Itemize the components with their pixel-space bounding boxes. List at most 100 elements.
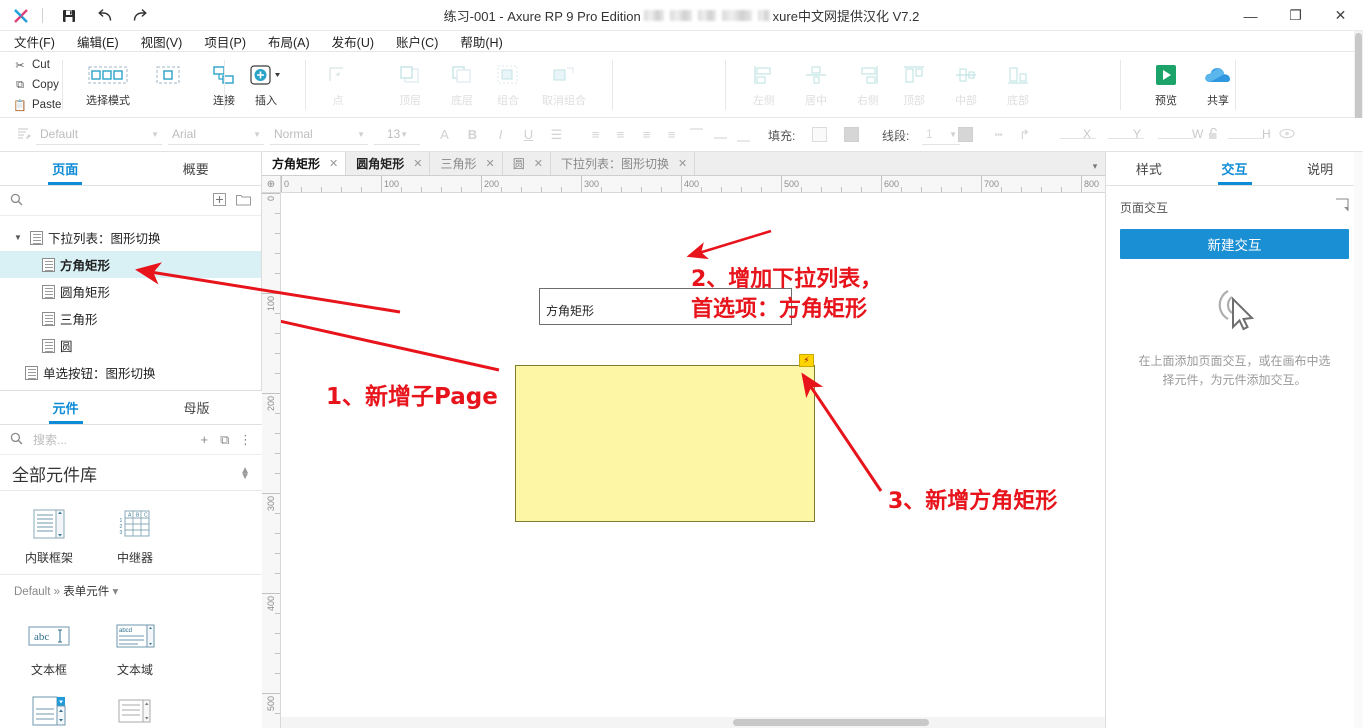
- textarea-icon: abcd: [113, 617, 157, 655]
- ruler-v-label: 200: [266, 396, 276, 412]
- bold-button: B: [467, 127, 478, 142]
- redo-button[interactable]: [128, 6, 150, 26]
- widget-textfield[interactable]: abc 文本框: [6, 611, 92, 686]
- align-h-group: 左侧 居中 右侧: [738, 58, 894, 108]
- maximize-icon: ❐: [1289, 7, 1302, 23]
- tree-item-round-rect[interactable]: 圆角矩形: [0, 278, 261, 305]
- share-button[interactable]: 共享: [1192, 58, 1244, 108]
- widget-textarea[interactable]: abcd 文本域: [92, 611, 178, 686]
- sort-icon[interactable]: ▲ ▼: [240, 465, 250, 481]
- design-canvas[interactable]: 方角矩形 ⚡ 1、新增子Page 2、增加下拉列表， 首选项：方角矩形 3、新增…: [281, 193, 1105, 728]
- library-section-header[interactable]: Default » 表单元件 ▾: [0, 574, 262, 603]
- menu-bar: 文件(F) 编辑(E) 视图(V) 项目(P) 布局(A) 发布(U) 账户(C…: [0, 31, 1363, 52]
- widget-inline-frame[interactable]: 内联框架: [6, 499, 92, 574]
- canvas-tab-circle[interactable]: 圆 ✕: [503, 152, 551, 175]
- ruler-h-label: 600: [884, 179, 900, 189]
- tree-item-radio-group[interactable]: 单选按钮：图形切换: [0, 359, 261, 384]
- close-icon[interactable]: ✕: [678, 157, 687, 170]
- menu-edit[interactable]: 编辑(E): [77, 32, 119, 51]
- font-family-value: Arial: [172, 127, 197, 141]
- inline-frame-icon: [33, 505, 65, 543]
- tab-masters[interactable]: 母版: [131, 391, 262, 424]
- cut-button[interactable]: ✂ Cut: [14, 55, 84, 75]
- annotation-1: 1、新增子Page: [326, 384, 498, 410]
- style-select[interactable]: Default ▼: [36, 125, 162, 145]
- minimize-button[interactable]: —: [1228, 0, 1273, 31]
- tab-outline[interactable]: 概要: [131, 152, 262, 185]
- chevron-down-icon[interactable]: ▼: [14, 233, 25, 242]
- tab-style[interactable]: 样式: [1106, 152, 1192, 185]
- folder-icon[interactable]: [235, 193, 251, 209]
- library-search-input[interactable]: [31, 431, 190, 448]
- eye-icon: [1278, 127, 1295, 142]
- inspector-scrollbar[interactable]: [1354, 152, 1363, 728]
- canvas-tab-label: 三角形: [440, 157, 477, 171]
- canvas-tab-triangle[interactable]: 三角形 ✕: [430, 152, 503, 175]
- canvas-tab-overflow[interactable]: ▾: [1087, 161, 1103, 172]
- new-interaction-button[interactable]: 新建交互: [1120, 229, 1349, 259]
- ruler-origin[interactable]: ⊕: [262, 176, 281, 193]
- close-window-button[interactable]: ✕: [1318, 0, 1363, 31]
- canvas-scrollbar-thumb[interactable]: [733, 719, 929, 726]
- library-form-widgets: abc 文本框 abcd 文本域: [0, 603, 262, 728]
- tree-item-dropdown-group[interactable]: ▼ 下拉列表：图形切换: [0, 224, 261, 251]
- insert-button[interactable]: 插入: [236, 58, 296, 108]
- add-page-icon[interactable]: [211, 192, 227, 209]
- font-weight-select[interactable]: Normal ▼: [270, 125, 368, 145]
- canvas-tab-round-rect[interactable]: 圆角矩形 ✕: [346, 152, 431, 175]
- font-family-select[interactable]: Arial ▼: [168, 125, 264, 145]
- interaction-badge-icon[interactable]: ⚡: [799, 354, 814, 367]
- tab-notes[interactable]: 说明: [1277, 152, 1363, 185]
- paste-button[interactable]: 📋 Paste: [13, 95, 84, 115]
- copy-library-icon[interactable]: ⧉: [219, 432, 232, 448]
- w-underline: [1158, 138, 1194, 139]
- close-icon[interactable]: ✕: [329, 157, 338, 170]
- widget-label: 文本框: [30, 663, 67, 677]
- copy-button[interactable]: ⧉ Copy: [14, 75, 84, 95]
- more-vertical-icon[interactable]: ⋮: [239, 432, 252, 448]
- maximize-button[interactable]: ❐: [1273, 0, 1318, 31]
- select-single-button[interactable]: x: [138, 58, 198, 108]
- tree-item-square-rect[interactable]: 方角矩形: [0, 251, 261, 278]
- tree-item-circle[interactable]: 圆: [0, 332, 261, 359]
- horizontal-ruler: 0 100 200 300 400 500 600 700 800: [281, 176, 1105, 193]
- widget-listbox[interactable]: 列表框: [92, 686, 178, 728]
- align-left-label: 左侧: [753, 95, 775, 107]
- font-size-select[interactable]: 13 ▼: [374, 125, 420, 145]
- close-icon[interactable]: ✕: [485, 157, 494, 170]
- close-icon[interactable]: ✕: [413, 157, 422, 170]
- chevron-down-icon[interactable]: ▾: [112, 586, 118, 598]
- plus-icon[interactable]: +: [198, 432, 211, 447]
- ruler-v-label: 100: [266, 296, 276, 312]
- new-interaction-label: 新建交互: [1207, 238, 1262, 253]
- menu-account[interactable]: 账户(C): [396, 32, 438, 51]
- menu-project[interactable]: 项目(P): [204, 32, 246, 51]
- valign-middle-button: ⎼: [713, 127, 727, 142]
- menu-file[interactable]: 文件(F): [14, 32, 55, 51]
- expand-icon[interactable]: [1335, 198, 1349, 217]
- select-mode-button[interactable]: 选择模式: [78, 58, 138, 108]
- save-button[interactable]: [58, 6, 80, 26]
- widget-dropdown[interactable]: 下拉列表: [6, 686, 92, 728]
- widget-repeater[interactable]: A B C 1 2 3 中继器: [92, 499, 178, 574]
- canvas-horizontal-scrollbar[interactable]: [281, 717, 1105, 728]
- canvas-tab-square-rect[interactable]: 方角矩形 ✕: [262, 152, 347, 175]
- close-icon[interactable]: ✕: [534, 157, 543, 170]
- tree-item-triangle[interactable]: 三角形: [0, 305, 261, 332]
- click-cursor-icon: [1208, 285, 1262, 338]
- pages-search-input[interactable]: [31, 192, 203, 209]
- tab-interactions[interactable]: 交互: [1192, 152, 1278, 185]
- square-rectangle-shape[interactable]: [515, 365, 815, 522]
- menu-view[interactable]: 视图(V): [141, 32, 183, 51]
- ruler-v-label: 300: [266, 496, 276, 512]
- menu-publish[interactable]: 发布(U): [332, 32, 374, 51]
- tab-widgets[interactable]: 元件: [0, 391, 131, 424]
- canvas-tab-dropdown-group[interactable]: 下拉列表：图形切换 ✕: [551, 152, 696, 175]
- preview-label: 预览: [1155, 95, 1177, 107]
- copy-icon: ⧉: [16, 78, 24, 91]
- preview-button[interactable]: 预览: [1140, 58, 1192, 108]
- menu-help[interactable]: 帮助(H): [460, 32, 502, 51]
- undo-button[interactable]: [94, 6, 116, 26]
- tab-pages[interactable]: 页面: [0, 152, 131, 185]
- menu-layout[interactable]: 布局(A): [268, 32, 310, 51]
